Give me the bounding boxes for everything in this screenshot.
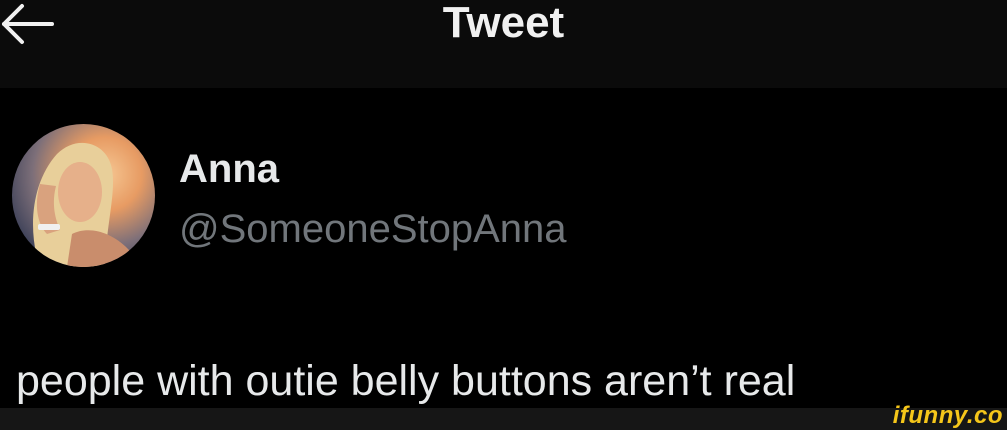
username-handle[interactable]: @SomeoneStopAnna (179, 206, 567, 252)
page-title: Tweet (442, 0, 565, 47)
tweet-author[interactable]: Anna @SomeoneStopAnna (12, 124, 712, 269)
top-bar: Tweet (0, 0, 1007, 88)
display-name[interactable]: Anna (179, 146, 279, 192)
watermark-bar (0, 408, 1007, 430)
tweet-text: people with outie belly buttons aren’t r… (16, 357, 796, 405)
avatar[interactable] (12, 124, 155, 267)
watermark-logo: ifunny.co (892, 402, 1003, 429)
